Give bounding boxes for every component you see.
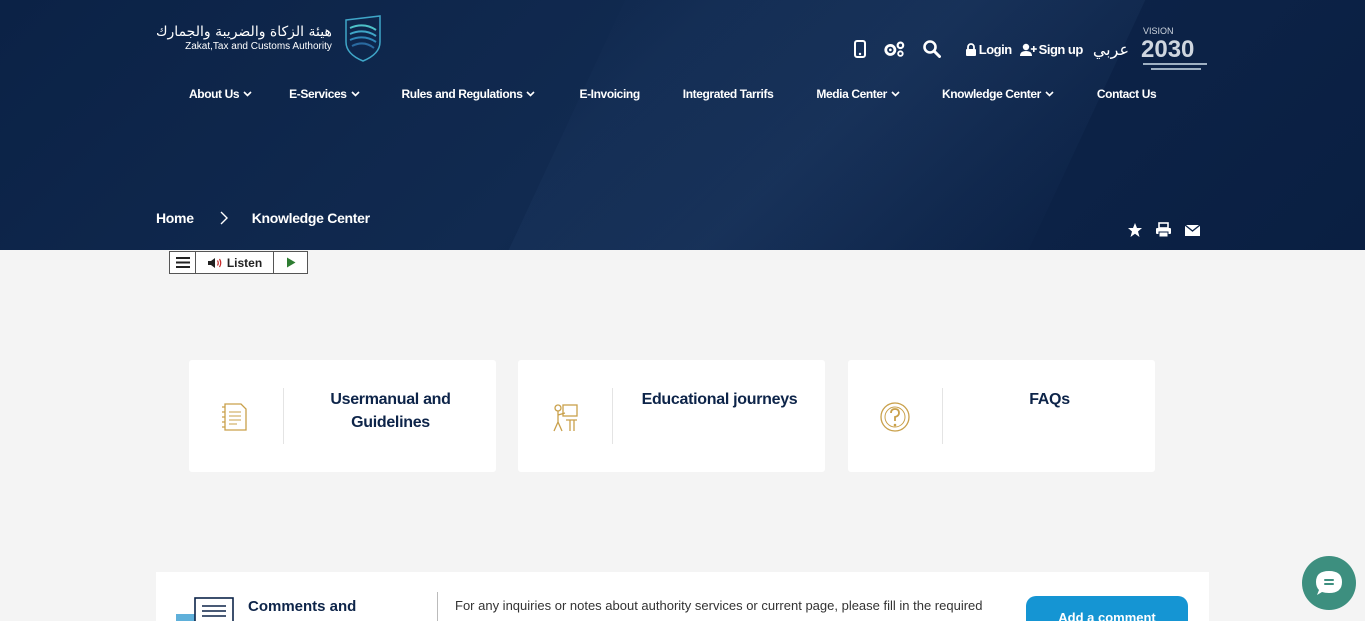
feedback-panel: Comments and For any inquiries or notes … [156, 572, 1209, 621]
card-title: Educational journeys [641, 391, 798, 408]
mobile-icon[interactable] [849, 38, 871, 60]
card-divider [283, 388, 284, 444]
signup-link[interactable]: Sign up [1019, 41, 1084, 57]
mail-icon[interactable] [1184, 222, 1201, 238]
chevron-down-icon [1045, 91, 1054, 97]
read-speaker-bar: Listen [169, 251, 308, 274]
chat-button[interactable] [1302, 556, 1356, 610]
print-icon[interactable] [1155, 222, 1172, 238]
feedback-divider [437, 592, 438, 621]
nav-label: Contact Us [1096, 87, 1157, 101]
login-link[interactable]: Login [965, 42, 1012, 57]
vision-2030-logo: VISION 2030 [1141, 26, 1207, 70]
nav-media-center[interactable]: Media Center [816, 87, 900, 101]
search-icon[interactable] [921, 38, 943, 60]
nav-label: About Us [189, 87, 240, 101]
page-tools [1127, 222, 1201, 238]
speaker-icon [207, 257, 222, 268]
breadcrumb-home[interactable]: Home [156, 210, 194, 226]
play-icon [286, 257, 295, 268]
breadcrumb-current: Knowledge Center [251, 210, 370, 226]
nav-integrated-tariffs[interactable]: Integrated Tarrifs [683, 87, 774, 101]
nav-label: E-Invoicing [579, 87, 640, 101]
education-icon [553, 404, 578, 432]
feedback-description: For any inquiries or notes about authori… [455, 598, 983, 613]
manual-icon [222, 403, 247, 431]
nav-e-invoicing[interactable]: E-Invoicing [579, 87, 640, 101]
svg-text:VISION: VISION [1143, 26, 1174, 36]
chevron-down-icon [350, 91, 360, 97]
menu-toggle-button[interactable] [170, 252, 196, 273]
listen-label: Listen [226, 255, 263, 270]
chevron-right-icon [220, 211, 228, 225]
card-divider [612, 388, 613, 444]
card-educational-journeys[interactable]: Educational journeys [518, 360, 825, 472]
nav-label: E-Services [289, 87, 347, 101]
logo-english-name: Zakat,Tax and Customs Authority [185, 41, 332, 52]
nav-knowledge-center[interactable]: Knowledge Center [942, 87, 1054, 101]
play-button[interactable] [274, 252, 307, 273]
nav-label: Integrated Tarrifs [682, 87, 774, 101]
faq-icon [880, 402, 910, 432]
listen-button[interactable]: Listen [196, 252, 274, 273]
top-utility-bar: Login Sign up عربي VISION 2030 [849, 24, 1211, 74]
lock-icon [965, 42, 976, 56]
nav-label: Media Center [816, 87, 887, 101]
card-divider [942, 388, 943, 444]
chevron-down-icon [891, 91, 900, 97]
nav-label: Knowledge Center [941, 87, 1041, 101]
nav-about-us[interactable]: About Us [189, 87, 252, 101]
card-title: Usermanual and Guidelines [330, 391, 451, 431]
settings-gears-icon[interactable] [883, 38, 905, 60]
chevron-down-icon [526, 91, 536, 97]
feedback-title: Comments and [248, 598, 357, 615]
svg-text:2030: 2030 [1141, 36, 1194, 63]
hamburger-icon [175, 257, 190, 268]
comment-document-icon [194, 597, 234, 621]
add-user-icon [1019, 43, 1037, 56]
arabic-language-link[interactable]: عربي [1093, 40, 1129, 59]
card-user-manual[interactable]: Usermanual and Guidelines [189, 360, 496, 472]
authority-logo[interactable]: هيئة الزكاة والضريبة والجمارك Zakat,Tax … [156, 14, 384, 62]
add-comment-button[interactable]: Add a comment [1026, 596, 1188, 621]
hero-banner: هيئة الزكاة والضريبة والجمارك Zakat,Tax … [0, 0, 1365, 250]
card-faqs[interactable]: FAQs [848, 360, 1155, 472]
login-label: Login [978, 41, 1012, 57]
main-navigation: About Us E-Services Rules and Regulation… [189, 87, 1157, 101]
card-title: FAQs [1029, 391, 1070, 408]
nav-rules-and-regulations[interactable]: Rules and Regulations [402, 87, 536, 101]
star-icon[interactable] [1127, 222, 1143, 238]
breadcrumb: Home Knowledge Center [156, 210, 370, 226]
logo-text: هيئة الزكاة والضريبة والجمارك Zakat,Tax … [156, 23, 332, 53]
chevron-down-icon [243, 91, 252, 97]
logo-arabic-name: هيئة الزكاة والضريبة والجمارك [156, 24, 332, 40]
signup-label: Sign up [1038, 41, 1084, 57]
nav-e-services[interactable]: E-Services [289, 87, 360, 101]
nav-label: Rules and Regulations [401, 87, 523, 101]
logo-emblem-icon [345, 15, 381, 62]
feedback-accent [176, 614, 196, 621]
nav-contact-us[interactable]: Contact Us [1096, 87, 1157, 101]
chat-bubble-icon [1316, 571, 1342, 595]
